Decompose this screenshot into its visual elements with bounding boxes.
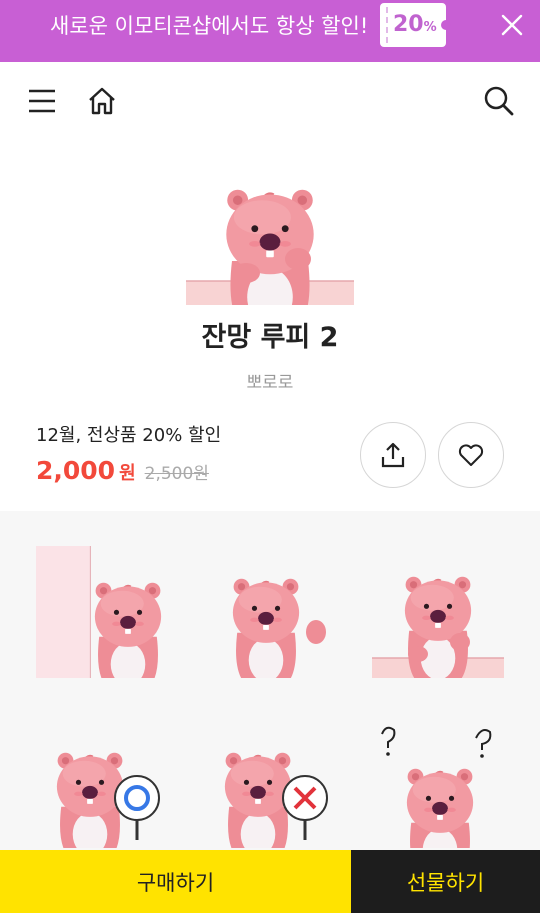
sticker-leaning[interactable]	[372, 546, 504, 678]
heart-icon	[458, 444, 484, 466]
gift-button[interactable]: 선물하기	[351, 850, 540, 913]
sticker-grid	[0, 511, 540, 851]
discount-label: 12월, 전상품 20% 할인	[36, 425, 222, 446]
sticker-peeking[interactable]	[36, 546, 168, 678]
coupon-notch	[441, 20, 451, 30]
promo-banner[interactable]: 새로운 이모티콘샵에서도 항상 할인! 20%	[0, 0, 540, 62]
author-name[interactable]: 뽀로로	[0, 371, 540, 395]
search-icon[interactable]	[483, 85, 515, 117]
sticker-hero-image	[186, 188, 354, 305]
price-unit: 원	[119, 463, 136, 484]
product-title: 잔망 루피 2	[201, 322, 339, 353]
original-price: 2,500원	[144, 464, 209, 484]
share-icon	[381, 442, 405, 468]
like-button[interactable]	[438, 422, 504, 488]
sale-price: 2,000	[36, 456, 116, 485]
share-button[interactable]	[360, 422, 426, 488]
promo-banner-text: 새로운 이모티콘샵에서도 항상 할인!	[50, 14, 369, 38]
menu-icon[interactable]	[26, 86, 58, 118]
home-icon[interactable]	[86, 85, 118, 117]
close-icon[interactable]	[497, 10, 527, 40]
price-row: 2,000 원 2,500원	[36, 454, 209, 488]
sticker-detail-page: 새로운 이모티콘샵에서도 항상 할인! 20% 잔망 루피 2 뽀로로 12월,…	[0, 0, 540, 913]
discount-coupon: 20%	[380, 3, 451, 47]
sticker-o-sign[interactable]	[36, 716, 168, 848]
coupon-value: 20%	[393, 12, 437, 37]
sticker-waving[interactable]	[204, 546, 336, 678]
sticker-dizzy[interactable]	[372, 716, 504, 848]
sticker-x-sign[interactable]	[204, 716, 336, 848]
buy-button[interactable]: 구매하기	[0, 850, 351, 913]
